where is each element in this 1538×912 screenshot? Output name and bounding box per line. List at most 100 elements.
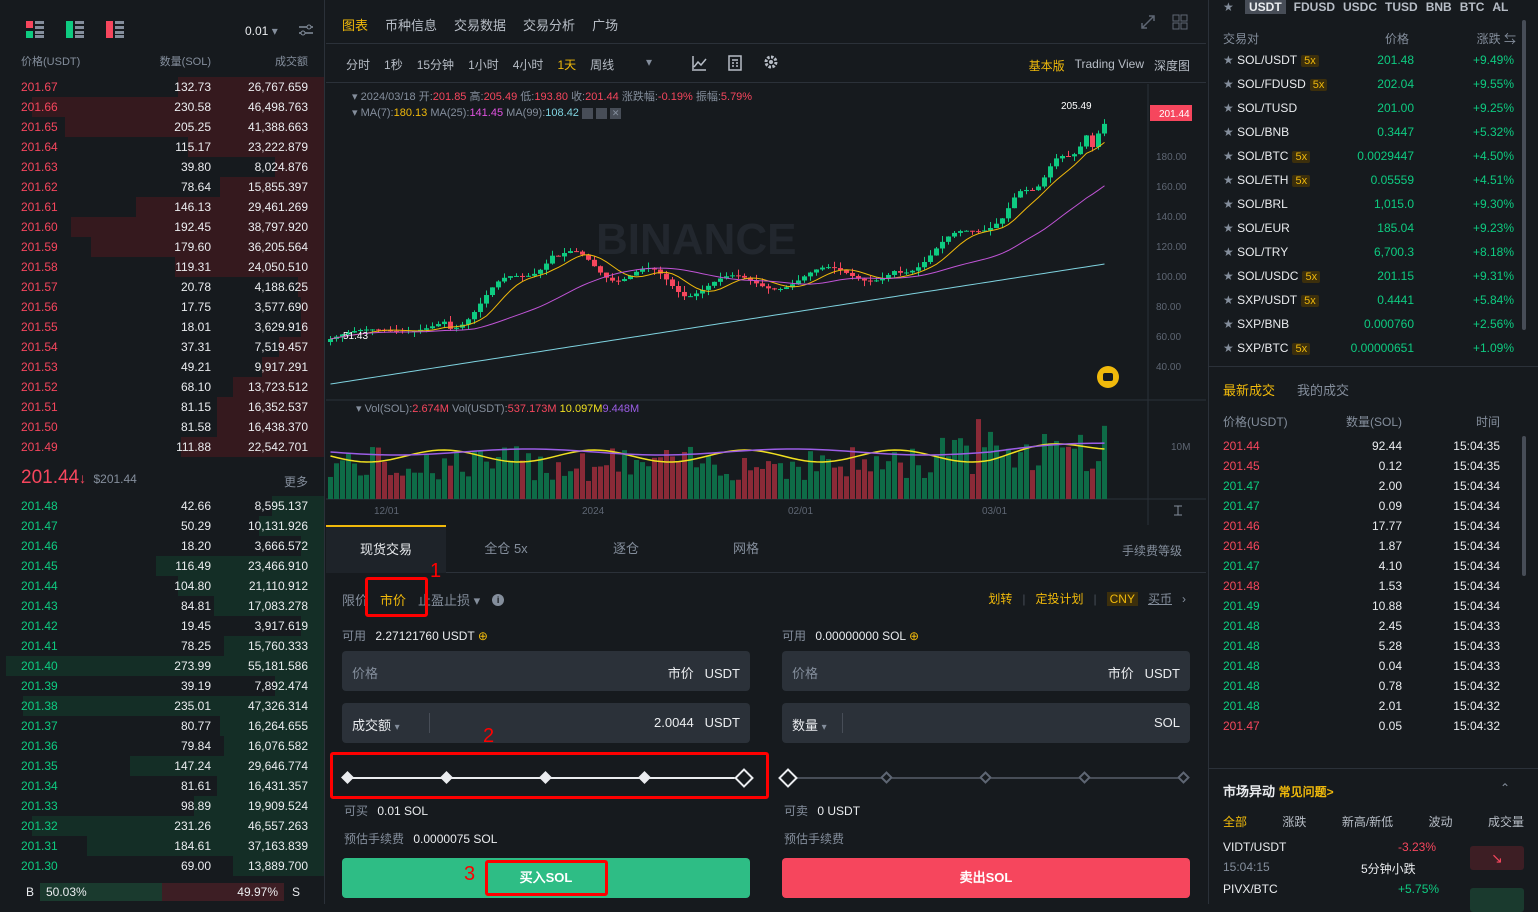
- quote-tab[interactable]: TUSD: [1385, 0, 1418, 14]
- pair-row[interactable]: ★ SOL/TRY 6,700.3 +8.18%: [1223, 240, 1514, 264]
- interval-option[interactable]: 1天: [557, 56, 576, 73]
- star-icon[interactable]: ★: [1223, 341, 1237, 355]
- quote-tab[interactable]: BTC: [1460, 0, 1485, 14]
- order-book-row[interactable]: 201.30 69.00 13,889.700: [0, 856, 324, 876]
- top-tab[interactable]: 图表: [342, 15, 368, 34]
- star-icon[interactable]: ★: [1223, 173, 1237, 187]
- order-book-row[interactable]: 201.34 81.61 16,431.357: [0, 776, 324, 796]
- tick-size-select[interactable]: 0.01 ▾: [245, 24, 278, 38]
- order-book-row[interactable]: 201.64 115.17 23,222.879: [0, 137, 324, 157]
- sell-amount-type-select[interactable]: 数量 ▾: [792, 715, 827, 734]
- pair-row[interactable]: ★ SOL/EUR 185.04 +9.23%: [1223, 216, 1514, 240]
- plus-circle-icon[interactable]: ⊕: [909, 629, 919, 643]
- tab-my-trades[interactable]: 我的成交: [1297, 380, 1349, 399]
- slider-thumb[interactable]: [778, 768, 798, 788]
- star-icon[interactable]: ★: [1223, 245, 1237, 259]
- pair-row[interactable]: ★ SOL/USDT 5x 201.48 +9.49%: [1223, 48, 1514, 72]
- order-book-row[interactable]: 201.66 230.58 46,498.763: [0, 97, 324, 117]
- settings-icon[interactable]: [596, 107, 608, 119]
- eye-icon[interactable]: [582, 107, 593, 119]
- pair-row[interactable]: ★ SOL/USDC 5x 201.15 +9.31%: [1223, 264, 1514, 288]
- star-icon[interactable]: ★: [1223, 0, 1234, 14]
- more-link[interactable]: 更多: [284, 473, 308, 490]
- order-book-row[interactable]: 201.63 39.80 8,024.876: [0, 157, 324, 177]
- star-icon[interactable]: ★: [1223, 221, 1237, 235]
- layout-asks-icon[interactable]: [106, 21, 124, 42]
- top-tab[interactable]: 广场: [592, 15, 618, 34]
- last-price-row[interactable]: 201.44↓ $201.44 更多: [21, 467, 324, 493]
- trades-scrollbar[interactable]: [1522, 436, 1526, 576]
- slider-step-50[interactable]: [979, 771, 992, 784]
- calculator-icon[interactable]: [728, 55, 742, 74]
- order-book-row[interactable]: 201.37 80.77 16,264.655: [0, 716, 324, 736]
- tab-grid[interactable]: 网格: [686, 525, 806, 573]
- interval-option[interactable]: 周线: [590, 56, 614, 73]
- star-icon[interactable]: ★: [1223, 293, 1237, 307]
- star-icon[interactable]: ★: [1223, 197, 1237, 211]
- order-book-row[interactable]: 201.60 192.45 38,797.920: [0, 217, 324, 237]
- movers-tab[interactable]: 波动: [1429, 813, 1453, 830]
- order-book-row[interactable]: 201.57 20.78 4,188.625: [0, 277, 324, 297]
- star-icon[interactable]: ★: [1223, 269, 1237, 283]
- chevron-right-icon[interactable]: ›: [1497, 0, 1501, 14]
- order-book-row[interactable]: 201.59 179.60 36,205.564: [0, 237, 324, 257]
- pair-row[interactable]: ★ SOL/BRL 1,015.0 +9.30%: [1223, 192, 1514, 216]
- transfer-link[interactable]: 划转: [988, 590, 1012, 607]
- order-book-row[interactable]: 201.51 81.15 16,352.537: [0, 397, 324, 417]
- tab-spot[interactable]: 现货交易: [326, 525, 446, 573]
- pair-row[interactable]: ★ SOL/ETH 5x 0.05559 +4.51%: [1223, 168, 1514, 192]
- star-icon[interactable]: ★: [1223, 77, 1237, 91]
- star-icon[interactable]: ★: [1223, 53, 1237, 67]
- sell-sol-button[interactable]: 卖出SOL: [782, 858, 1190, 898]
- layout-both-icon[interactable]: [26, 21, 44, 42]
- close-icon[interactable]: ✕: [610, 107, 622, 119]
- top-tab[interactable]: 币种信息: [385, 15, 437, 34]
- faq-link[interactable]: 常见问题>: [1279, 785, 1334, 799]
- order-book-row[interactable]: 201.41 78.25 15,760.333: [0, 636, 324, 656]
- info-icon[interactable]: i: [492, 593, 505, 606]
- settings-sliders-icon[interactable]: [298, 22, 314, 41]
- view-basic[interactable]: 基本版: [1029, 57, 1065, 74]
- order-book-row[interactable]: 201.67 132.73 26,767.659: [0, 77, 324, 97]
- movers-tab[interactable]: 新高/新低: [1342, 813, 1393, 830]
- interval-option[interactable]: 1秒: [384, 56, 403, 73]
- pair-row[interactable]: ★ SOL/BTC 5x 0.0029447 +4.50%: [1223, 144, 1514, 168]
- order-book-row[interactable]: 201.52 68.10 13,723.512: [0, 377, 324, 397]
- order-book-row[interactable]: 201.33 98.89 19,909.524: [0, 796, 324, 816]
- order-book-row[interactable]: 201.44 104.80 21,110.912: [0, 576, 324, 596]
- tab-cross[interactable]: 全仓 5x: [446, 525, 566, 573]
- movers-tab[interactable]: 全部: [1223, 813, 1247, 830]
- order-book-row[interactable]: 201.43 84.81 17,083.278: [0, 596, 324, 616]
- more-intervals-icon[interactable]: ▾: [646, 55, 652, 69]
- star-icon[interactable]: ★: [1223, 101, 1237, 115]
- pair-row[interactable]: ★ SXP/BTC 5x 0.00000651 +1.09%: [1223, 336, 1514, 360]
- interval-option[interactable]: 15分钟: [417, 56, 454, 73]
- slider-step-100[interactable]: [1177, 771, 1190, 784]
- quote-tab[interactable]: USDT: [1245, 0, 1286, 14]
- star-icon[interactable]: ★: [1223, 125, 1237, 139]
- order-book-row[interactable]: 201.61 146.13 29,461.269: [0, 197, 324, 217]
- order-book-row[interactable]: 201.38 235.01 47,326.314: [0, 696, 324, 716]
- pair-row[interactable]: ★ SXP/BNB 0.000760 +2.56%: [1223, 312, 1514, 336]
- pair-row[interactable]: ★ SXP/USDT 5x 0.4441 +5.84%: [1223, 288, 1514, 312]
- plus-circle-icon[interactable]: ⊕: [478, 629, 488, 643]
- movers-tab[interactable]: 涨跌: [1282, 813, 1306, 830]
- slider-step-75[interactable]: [1078, 771, 1091, 784]
- order-book-row[interactable]: 201.47 50.29 10,131.926: [0, 516, 324, 536]
- order-book-row[interactable]: 201.36 79.84 16,076.582: [0, 736, 324, 756]
- chevron-right-icon[interactable]: ›: [1182, 592, 1186, 606]
- order-book-row[interactable]: 201.58 119.31 24,050.510: [0, 257, 324, 277]
- collapse-up-icon[interactable]: ⌃: [1500, 781, 1510, 795]
- gear-icon[interactable]: [763, 54, 779, 73]
- sell-amount-field[interactable]: 数量 ▾ SOL: [782, 703, 1190, 743]
- chart-area[interactable]: ▾ 2024/03/18 开:201.85 高:205.49 低:193.80 …: [326, 84, 1206, 525]
- tab-isolated[interactable]: 逐仓: [566, 525, 686, 573]
- sell-slider[interactable]: [778, 768, 1190, 788]
- order-book-row[interactable]: 201.31 184.61 37,163.839: [0, 836, 324, 856]
- grid-layout-icon[interactable]: [1172, 14, 1188, 33]
- order-book-row[interactable]: 201.45 116.49 23,466.910: [0, 556, 324, 576]
- order-book-row[interactable]: 201.55 18.01 3,629.916: [0, 317, 324, 337]
- star-icon[interactable]: ★: [1223, 149, 1237, 163]
- order-book-row[interactable]: 201.39 39.19 7,892.474: [0, 676, 324, 696]
- candlestick-chart[interactable]: BINANCE 180.00 160.00 140.00 120.00 100.00 80…: [326, 84, 1206, 525]
